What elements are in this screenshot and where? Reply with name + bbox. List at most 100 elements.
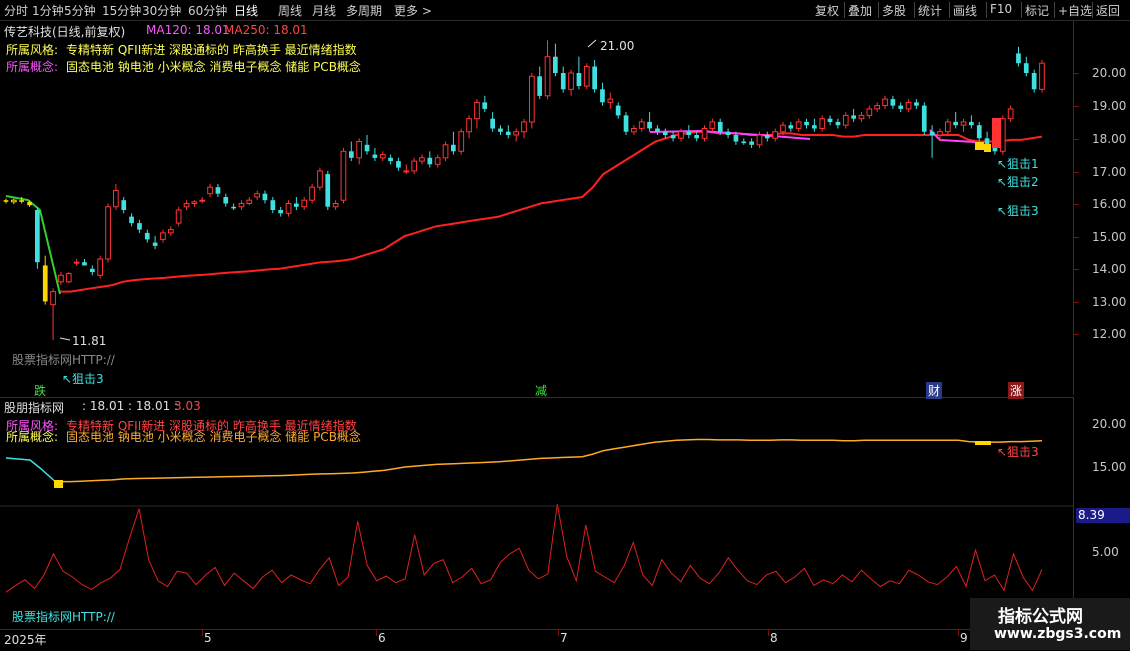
candle-body [372,154,378,158]
candle-body [403,170,410,173]
snipe-left-label: ↖狙击3 [62,372,104,386]
candle-body [780,124,786,133]
marker-zhang: 涨 [1008,382,1025,399]
style-label: 所属风格: [6,43,59,57]
time-label: 7 [560,631,568,645]
candle-body [223,197,229,204]
candle-body [50,291,56,306]
time-tick [202,630,203,636]
candle-body [898,105,904,109]
candle-body [332,203,339,208]
candle-body [97,258,104,276]
candle-body [325,174,331,207]
candle-body [388,157,393,162]
price-tick-mark [1074,172,1079,173]
indicator-title: 股朋指标网 [4,401,65,415]
candle-body [1023,63,1029,73]
high-price-label: 21.00 [600,39,635,53]
candle-body [183,203,190,208]
candle-body [686,131,692,135]
trend-down-line [5,195,61,295]
candle-body [914,102,919,106]
candle-body [953,121,958,126]
candle-body [1039,62,1045,90]
price-tick-label: 18.00 [1092,132,1127,146]
candle-body [396,161,401,168]
candle-body [285,203,292,214]
candle-body [65,273,72,283]
candle-body [427,157,433,165]
candle-body [451,144,456,152]
logo-line1: 指标公式网 [998,607,1083,627]
candle-body [937,131,943,136]
marker-die: 跌 [34,384,47,398]
candle-body [874,105,880,110]
candle-body-large [992,118,1001,148]
candle-body [3,200,9,202]
candle-body [592,66,597,90]
candle-body [709,121,716,129]
candle-body [1016,53,1021,64]
candle-body [294,203,299,207]
sub-concept-label: 所属概念: [6,430,59,444]
candle-body [466,118,472,133]
indicator-start-line [5,457,59,485]
candle-body [482,102,488,109]
concept-label: 所属概念: [6,60,59,74]
low-price-label: 11.81 [72,334,107,348]
main-watermark: 股票指标网HTTP:// [12,353,115,367]
candle-body [717,121,723,132]
candle-body [631,128,637,133]
candle-body [999,118,1006,152]
candle-body [278,210,283,214]
candle-body [11,199,17,203]
candle-body [270,200,276,210]
candle-body [583,66,590,87]
candle-body [356,141,362,159]
kline-chart[interactable] [0,0,1130,650]
candle-body [121,200,127,210]
concept-text: 固态电池 钠电池 小米概念 消费电子概念 储能 PCB概念 [66,60,361,74]
candle-body [905,101,912,110]
snipe-1-label: ↖狙击1 [997,157,1039,171]
candle-body [835,121,841,126]
candle-body [976,125,982,139]
time-label: 2025年 [4,633,47,647]
candle-body [160,232,166,240]
price-tick-label: 20.00 [1092,66,1127,80]
candle-body [215,187,221,194]
time-label: 9 [960,631,968,645]
price-tick-mark [1074,237,1079,238]
candle-body [113,190,119,208]
candle-body [90,268,95,273]
indicator-line [60,438,1043,483]
candle-body [694,135,699,139]
price-tick-label: 16.00 [1092,197,1127,211]
candle-body [349,151,354,158]
sub-watermark: 股票指标网HTTP:// [12,610,115,624]
candle-body [647,121,652,129]
sub-concept-text: 固态电池 钠电池 小米概念 消费电子概念 储能 PCB概念 [66,430,361,444]
price-tick-mark [1074,139,1079,140]
price-tick-mark [1074,106,1079,107]
candle-body [301,199,308,208]
marker-cai: 财 [926,382,943,399]
candle-body [317,170,323,188]
candle-body [749,141,754,145]
candle-body [1031,73,1037,90]
candle-body [678,131,684,139]
candle-body [882,98,888,107]
candle-body [568,72,574,90]
indicator-tick-label: 15.00 [1092,460,1127,474]
candle-body [655,128,660,132]
time-tick [558,630,559,636]
candle-body [246,199,253,204]
candle-body [175,209,182,224]
candle-body [827,118,833,122]
candle-body [812,125,817,129]
ma250-label: MA250: 18.01 [224,23,308,37]
snipe-2-label: ↖狙击2 [997,175,1039,189]
site-logo: 指标公式网 www.zbgs3.com [970,598,1130,650]
candle-body [638,121,645,129]
candle-body [921,105,927,132]
